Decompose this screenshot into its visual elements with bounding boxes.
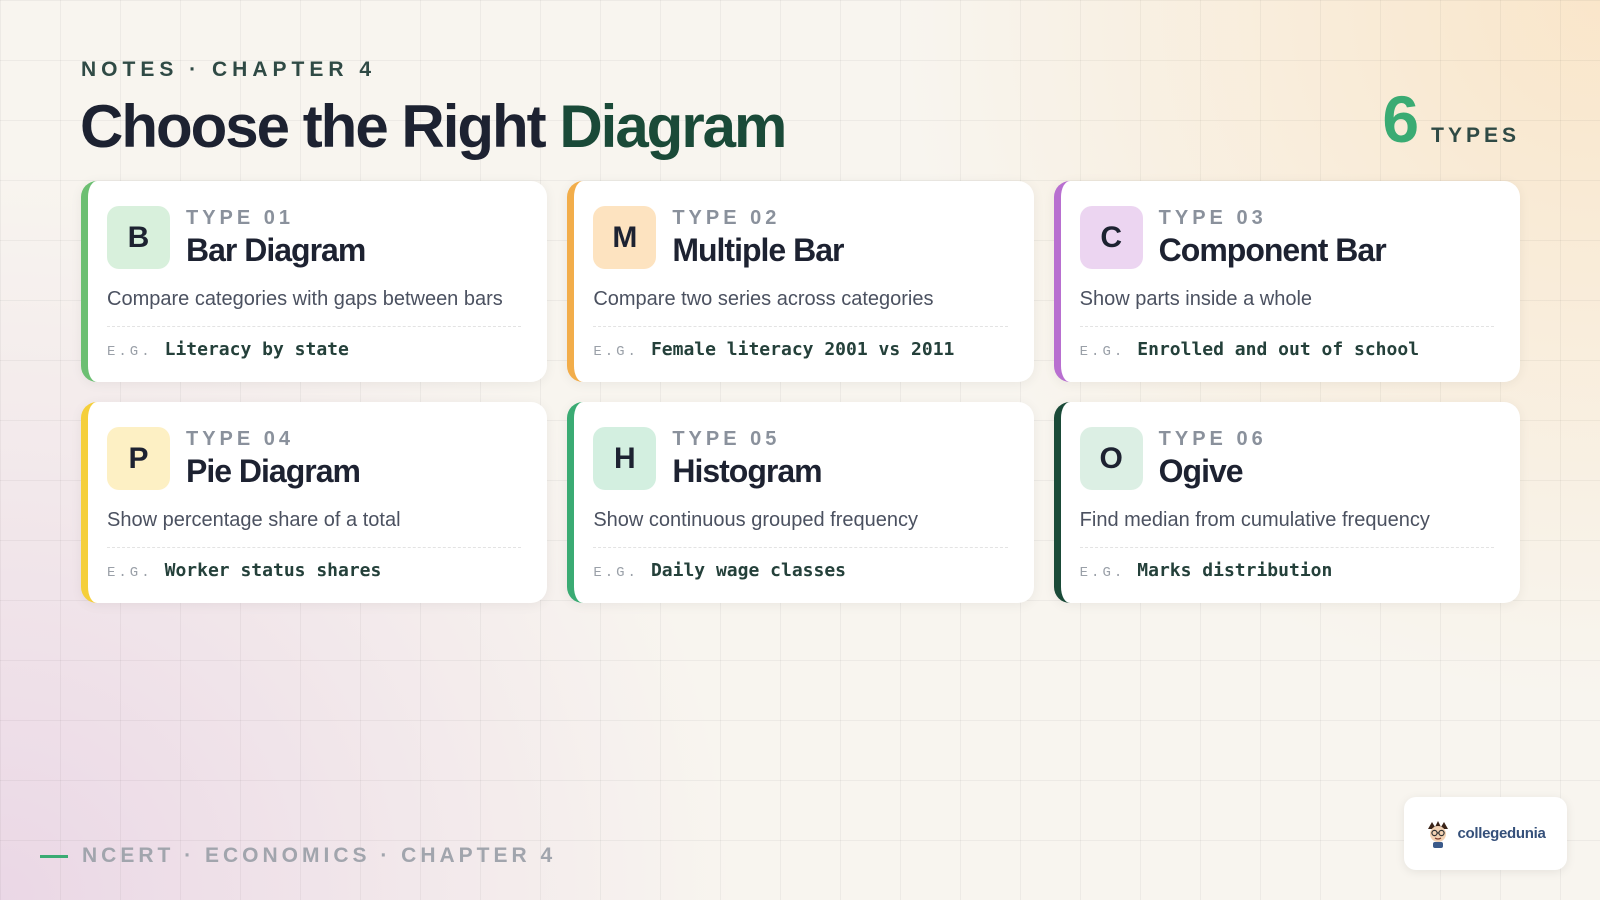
card-header: B TYPE 01 Bar Diagram bbox=[107, 206, 521, 269]
card-heading: TYPE 05 Histogram bbox=[672, 427, 822, 490]
card-title: Component Bar bbox=[1158, 232, 1387, 268]
type-count-number: 6 bbox=[1382, 82, 1420, 156]
page-title: Choose the Right Diagram bbox=[80, 92, 787, 161]
card-description: Compare two series across categories bbox=[593, 285, 1008, 327]
card-header: C TYPE 03 Component Bar bbox=[1079, 206, 1494, 269]
card-header: O TYPE 06 Ogive bbox=[1079, 427, 1494, 490]
card-title: Histogram bbox=[672, 453, 822, 489]
card-heading: TYPE 04 Pie Diagram bbox=[186, 427, 361, 490]
card-header: M TYPE 02 Multiple Bar bbox=[593, 206, 1007, 269]
brand-logo-text: collegedunia bbox=[1457, 825, 1546, 842]
card-description: Show percentage share of a total bbox=[107, 506, 522, 548]
example-text: Female literacy 2001 vs 2011 bbox=[650, 339, 955, 360]
type-label: TYPE 04 bbox=[186, 428, 295, 450]
card-title: Ogive bbox=[1158, 453, 1244, 489]
letter-badge: O bbox=[1079, 427, 1143, 490]
example-text: Daily wage classes bbox=[650, 560, 847, 581]
card-example: E.G. Worker status shares bbox=[107, 560, 521, 581]
type-count: 6 TYPES bbox=[1382, 86, 1520, 152]
card-title: Multiple Bar bbox=[672, 232, 844, 268]
diagram-card-ogive[interactable]: O TYPE 06 Ogive Find median from cumulat… bbox=[1053, 402, 1520, 603]
card-heading: TYPE 02 Multiple Bar bbox=[672, 206, 844, 269]
diagram-card-pie[interactable]: P TYPE 04 Pie Diagram Show percentage sh… bbox=[81, 402, 548, 603]
card-heading: TYPE 01 Bar Diagram bbox=[186, 206, 366, 269]
diagram-cards-grid: B TYPE 01 Bar Diagram Compare categories… bbox=[81, 181, 1520, 603]
letter-badge: P bbox=[107, 427, 170, 490]
letter-badge: M bbox=[593, 206, 657, 269]
card-title: Bar Diagram bbox=[186, 232, 366, 268]
card-description: Compare categories with gaps between bar… bbox=[107, 285, 522, 327]
card-example: E.G. Enrolled and out of school bbox=[1080, 339, 1494, 360]
card-header: H TYPE 05 Histogram bbox=[593, 427, 1007, 490]
example-prefix: E.G. bbox=[593, 565, 639, 581]
example-prefix: E.G. bbox=[107, 565, 153, 581]
footer-accent-line bbox=[40, 854, 68, 858]
card-description: Show parts inside a whole bbox=[1079, 285, 1494, 327]
example-text: Enrolled and out of school bbox=[1137, 339, 1420, 360]
type-label: TYPE 05 bbox=[672, 428, 781, 450]
title-main: Choose the Right bbox=[80, 93, 547, 160]
example-prefix: E.G. bbox=[593, 344, 639, 360]
diagram-card-multiple-bar[interactable]: M TYPE 02 Multiple Bar Compare two serie… bbox=[567, 181, 1034, 382]
card-description: Find median from cumulative frequency bbox=[1079, 506, 1494, 548]
diagram-card-component-bar[interactable]: C TYPE 03 Component Bar Show parts insid… bbox=[1053, 181, 1520, 382]
type-label: TYPE 06 bbox=[1158, 428, 1267, 450]
footer-text: NCERT · ECONOMICS · CHAPTER 4 bbox=[82, 844, 557, 867]
diagram-card-bar[interactable]: B TYPE 01 Bar Diagram Compare categories… bbox=[81, 181, 548, 382]
letter-badge: C bbox=[1079, 206, 1143, 269]
diagram-card-histogram[interactable]: H TYPE 05 Histogram Show continuous grou… bbox=[567, 402, 1034, 603]
card-example: E.G. Literacy by state bbox=[107, 339, 521, 360]
title-accent: Diagram bbox=[559, 93, 787, 160]
example-prefix: E.G. bbox=[1079, 344, 1126, 360]
card-heading: TYPE 06 Ogive bbox=[1159, 427, 1267, 490]
example-text: Marks distribution bbox=[1137, 560, 1333, 581]
example-text: Worker status shares bbox=[164, 560, 382, 581]
letter-badge: H bbox=[593, 427, 657, 490]
card-header: P TYPE 04 Pie Diagram bbox=[107, 427, 521, 490]
example-text: Literacy by state bbox=[164, 339, 349, 360]
example-prefix: E.G. bbox=[107, 344, 153, 360]
type-label: TYPE 03 bbox=[1158, 207, 1267, 229]
eyebrow-label: NOTES · CHAPTER 4 bbox=[81, 58, 377, 81]
mascot-icon bbox=[1428, 820, 1449, 848]
type-count-label: TYPES bbox=[1431, 124, 1520, 147]
type-label: TYPE 02 bbox=[672, 207, 781, 229]
card-example: E.G. Female literacy 2001 vs 2011 bbox=[593, 339, 1007, 360]
card-title: Pie Diagram bbox=[186, 453, 361, 489]
footer: NCERT · ECONOMICS · CHAPTER 4 bbox=[40, 844, 556, 868]
type-label: TYPE 01 bbox=[186, 207, 295, 229]
card-heading: TYPE 03 Component Bar bbox=[1158, 206, 1387, 269]
brand-logo[interactable]: collegedunia bbox=[1404, 797, 1567, 870]
card-example: E.G. Daily wage classes bbox=[593, 560, 1007, 581]
card-description: Show continuous grouped frequency bbox=[593, 506, 1008, 548]
card-example: E.G. Marks distribution bbox=[1080, 560, 1494, 581]
example-prefix: E.G. bbox=[1079, 565, 1126, 581]
letter-badge: B bbox=[107, 206, 170, 269]
